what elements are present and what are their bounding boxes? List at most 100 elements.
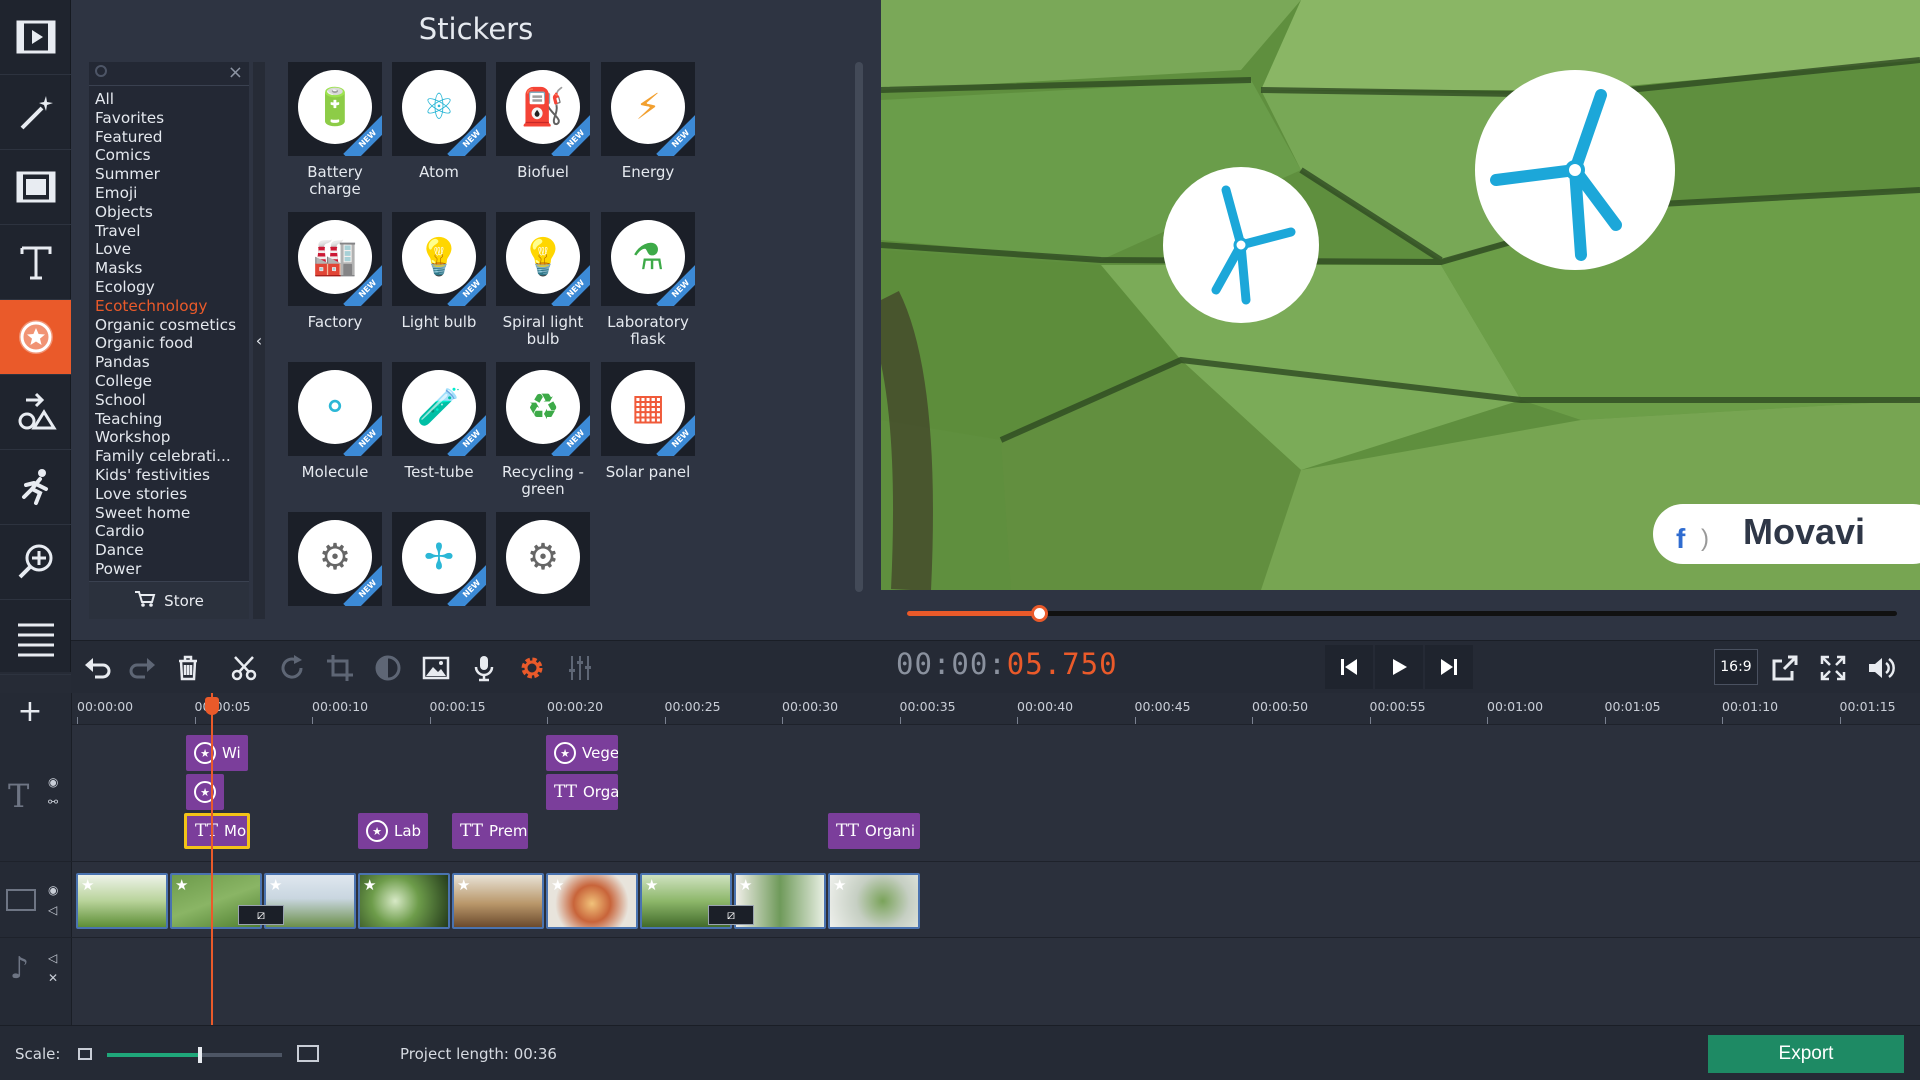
category-item[interactable]: Ecotechnology (95, 297, 249, 316)
clear-search-icon[interactable]: × (228, 62, 243, 83)
fullscreen-icon[interactable] (1812, 647, 1854, 689)
magic-wand-icon[interactable] (0, 75, 71, 150)
category-item[interactable]: Ecology (95, 278, 249, 297)
aspect-ratio-button[interactable]: 16:9 (1714, 649, 1758, 685)
video-clip[interactable]: ★ (452, 873, 544, 929)
preview-scrubber[interactable] (881, 590, 1920, 640)
sticker-item[interactable]: ⚡NEWEnergy (601, 62, 695, 181)
category-item[interactable]: Favorites (95, 109, 249, 128)
category-item[interactable]: Organic cosmetics (95, 316, 249, 335)
category-item[interactable]: Comics (95, 146, 249, 165)
sticker-thumbnail[interactable]: ⚙ (496, 512, 590, 606)
sticker-star-icon[interactable] (0, 300, 71, 375)
sticker-item[interactable]: ⚬NEWMolecule (288, 362, 382, 481)
category-item[interactable]: School (95, 391, 249, 410)
sticker-item[interactable]: 🧪NEWTest-tube (392, 362, 486, 481)
category-item[interactable]: Cardio (95, 522, 249, 541)
category-item[interactable]: College (95, 372, 249, 391)
shapes-icon[interactable] (0, 375, 71, 450)
sticker-thumbnail[interactable]: ♻NEW (496, 362, 590, 456)
title-clip[interactable]: TTOrgani (828, 813, 920, 849)
title-clip[interactable]: TTPrem (452, 813, 528, 849)
sticker-item[interactable]: ⚛NEWAtom (392, 62, 486, 181)
category-item[interactable]: Love (95, 240, 249, 259)
skip-back-button[interactable] (1325, 645, 1373, 689)
sticker-item[interactable]: 🏭NEWFactory (288, 212, 382, 331)
sticker-thumbnail[interactable]: 🏭NEW (288, 212, 382, 306)
category-item[interactable]: Family celebrati... (95, 447, 249, 466)
link-icon[interactable]: ⚯ (48, 795, 58, 809)
running-man-icon[interactable] (0, 450, 71, 525)
sticker-thumbnail[interactable]: ⛽NEW (496, 62, 590, 156)
delete-icon[interactable] (167, 647, 209, 689)
category-item[interactable]: All (95, 90, 249, 109)
eye-icon[interactable]: ◉ (48, 775, 58, 789)
timeline[interactable]: + T ◉ ⚯ ◉ ◁ ♪ ◁ ✕ 00:00:0000:00:0500:00:… (0, 693, 1920, 1025)
sticker-clip[interactable]: ★Wi (186, 735, 248, 771)
video-preview[interactable]: f ) Movavi (881, 0, 1920, 590)
film-import-icon[interactable] (0, 0, 71, 75)
sticker-thumbnail[interactable]: 🔋NEW (288, 62, 382, 156)
play-button[interactable] (1375, 645, 1423, 689)
sticker-clip[interactable]: ★ (186, 774, 224, 810)
sticker-item[interactable]: ⚗NEWLaboratory flask (601, 212, 695, 348)
unlink-icon[interactable]: ✕ (48, 971, 58, 985)
cut-icon[interactable] (223, 647, 265, 689)
category-item[interactable]: Teaching (95, 410, 249, 429)
speaker-icon[interactable]: ◁ (48, 951, 57, 965)
sticker-item[interactable]: 🔋NEWBattery charge (288, 62, 382, 198)
category-item[interactable]: Featured (95, 128, 249, 147)
sticker-item[interactable]: ⚙NEW (288, 512, 382, 614)
sticker-thumbnail[interactable]: 💡NEW (392, 212, 486, 306)
sticker-thumbnail[interactable]: ▦NEW (601, 362, 695, 456)
transition-marker[interactable]: ⧄ (238, 905, 284, 925)
time-ruler[interactable]: 00:00:0000:00:0500:00:1000:00:1500:00:20… (72, 693, 1920, 725)
zoom-in-icon[interactable] (297, 1045, 319, 1062)
microphone-icon[interactable] (463, 647, 505, 689)
settings-gear-icon[interactable] (511, 647, 553, 689)
title-clip[interactable]: TTOrga (546, 774, 618, 810)
video-clip[interactable]: ★ (358, 873, 450, 929)
sticker-item[interactable]: 💡NEWSpiral light bulb (496, 212, 590, 348)
sticker-item[interactable]: ⛽NEWBiofuel (496, 62, 590, 181)
scale-slider-knob[interactable] (198, 1047, 202, 1063)
sticker-thumbnail[interactable]: ⚛NEW (392, 62, 486, 156)
video-clip[interactable]: ★ (828, 873, 920, 929)
video-clip[interactable]: ★ (76, 873, 168, 929)
popout-icon[interactable] (1764, 647, 1806, 689)
category-item[interactable]: Travel (95, 222, 249, 241)
category-item[interactable]: Summer (95, 165, 249, 184)
category-item[interactable]: Workshop (95, 428, 249, 447)
collapse-panel-button[interactable]: ‹ (253, 62, 265, 619)
sticker-item[interactable]: ✢NEW (392, 512, 486, 614)
sticker-thumbnail[interactable]: ⚗NEW (601, 212, 695, 306)
mute-icon[interactable]: ◁ (48, 903, 57, 917)
export-button[interactable]: Export (1708, 1035, 1904, 1073)
category-search-input[interactable]: × (89, 62, 249, 86)
sticker-thumbnail[interactable]: 💡NEW (496, 212, 590, 306)
equalizer-icon[interactable] (559, 647, 601, 689)
category-item[interactable]: Pandas (95, 353, 249, 372)
scrub-track[interactable] (907, 611, 1897, 616)
text-icon[interactable] (0, 225, 71, 300)
sticker-grid-scrollbar[interactable] (855, 62, 863, 592)
sticker-thumbnail[interactable]: ⚡NEW (601, 62, 695, 156)
sticker-thumbnail[interactable]: ✢NEW (392, 512, 486, 606)
list-icon[interactable] (0, 600, 71, 675)
sticker-item[interactable]: 💡NEWLight bulb (392, 212, 486, 331)
scale-slider[interactable] (107, 1053, 282, 1057)
transition-icon[interactable] (0, 150, 71, 225)
sticker-thumbnail[interactable]: ⚬NEW (288, 362, 382, 456)
playhead-handle[interactable] (205, 697, 219, 715)
category-item[interactable]: Kids' festivities (95, 466, 249, 485)
eye-icon[interactable]: ◉ (48, 883, 58, 897)
zoom-pan-icon[interactable] (0, 525, 71, 600)
title-clip[interactable]: TTMo (184, 813, 250, 849)
category-item[interactable]: Sweet home (95, 504, 249, 523)
add-track-icon[interactable]: + (10, 699, 50, 723)
sticker-item[interactable]: ▦NEWSolar panel (601, 362, 695, 481)
category-item[interactable]: Emoji (95, 184, 249, 203)
sticker-thumbnail[interactable]: ⚙NEW (288, 512, 382, 606)
category-item[interactable]: Objects (95, 203, 249, 222)
store-button[interactable]: Store (89, 581, 249, 619)
